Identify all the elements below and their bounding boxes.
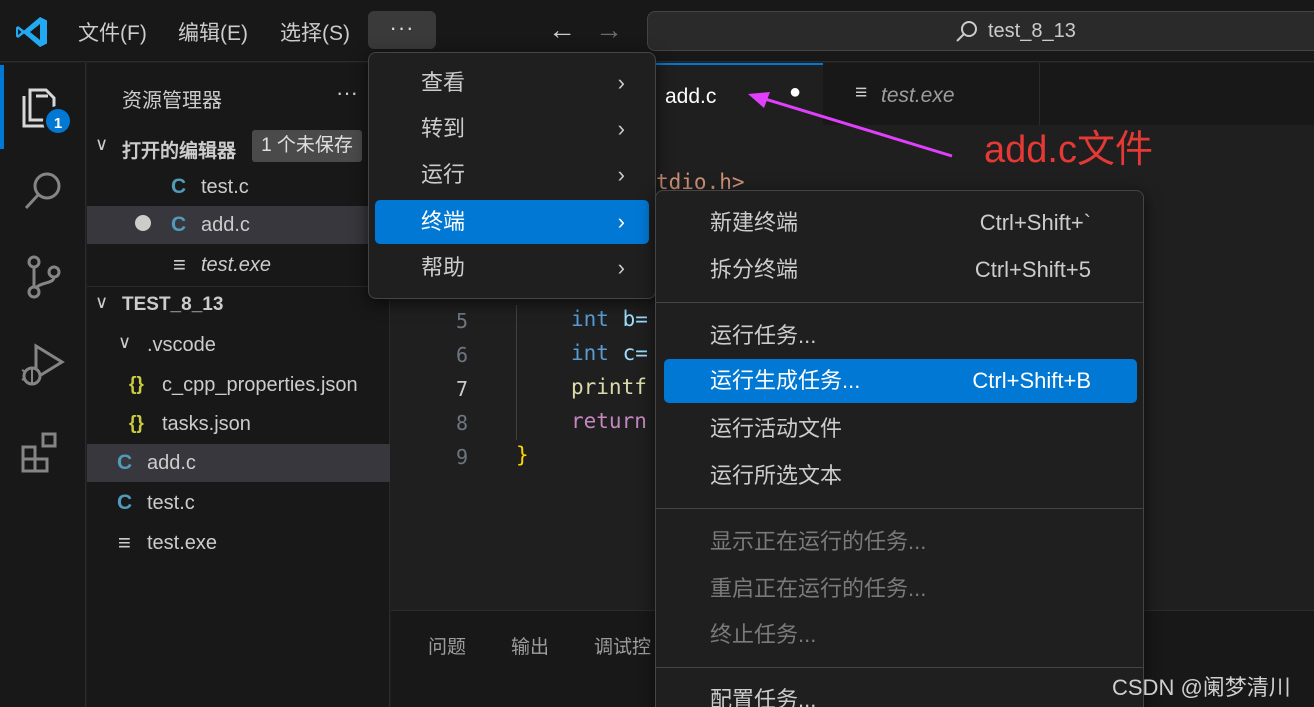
- menu-item-run-active-file[interactable]: 运行活动文件: [664, 407, 1137, 451]
- code-text: c=: [610, 341, 648, 365]
- menu-item-configure-tasks[interactable]: 配置任务...: [664, 678, 1137, 707]
- chevron-right-icon: ›: [617, 209, 625, 234]
- text-file-icon: ≡: [118, 530, 131, 555]
- chevron-down-icon: ∨: [118, 332, 132, 352]
- menu-item-new-terminal[interactable]: 新建终端 Ctrl+Shift+`: [664, 201, 1137, 245]
- panel-tab-output[interactable]: 输出: [511, 632, 549, 659]
- dirty-dot-icon[interactable]: [135, 215, 151, 231]
- panel-tab-problems[interactable]: 问题: [428, 632, 466, 659]
- chevron-right-icon: ›: [617, 162, 625, 187]
- file-name: test.c: [201, 176, 249, 198]
- code-function: printf: [571, 375, 647, 399]
- tree-file-test-exe[interactable]: ≡ test.exe: [87, 524, 390, 562]
- sidebar-title: 资源管理器: [122, 90, 222, 112]
- arrow-left-icon[interactable]: ←: [548, 14, 576, 46]
- menu-item-run-build-task[interactable]: 运行生成任务... Ctrl+Shift+B: [664, 359, 1137, 403]
- tree-file-test-c[interactable]: C test.c: [87, 484, 390, 522]
- file-name: c_cpp_properties.json: [162, 374, 358, 396]
- watermark: CSDN @阑梦清川: [1112, 675, 1291, 700]
- indent-guide: [516, 305, 517, 440]
- command-center-search[interactable]: test_8_13: [647, 11, 1314, 51]
- menu-separator: [656, 508, 1143, 509]
- tab-label: add.c: [665, 85, 717, 108]
- tree-folder-vscode[interactable]: ∨ .vscode: [87, 326, 390, 364]
- chevron-right-icon: ›: [617, 255, 625, 280]
- file-name: test.exe: [201, 254, 272, 276]
- menu-separator: [656, 302, 1143, 303]
- file-name: add.c: [201, 214, 250, 236]
- panel-tab-debug-console[interactable]: 调试控: [594, 632, 651, 659]
- menu-selection[interactable]: 选择(S): [280, 17, 350, 47]
- extensions-icon[interactable]: [18, 428, 68, 478]
- code-brace: }: [516, 443, 529, 467]
- menu-item-run-task[interactable]: 运行任务...: [664, 314, 1137, 358]
- more-menus-button[interactable]: ···: [368, 11, 436, 49]
- source-control-icon[interactable]: [18, 252, 68, 302]
- file-name: tasks.json: [162, 413, 251, 435]
- text-file-icon: ≡: [173, 252, 186, 277]
- line-number: 8: [455, 411, 468, 435]
- menu-item-view[interactable]: 查看 ›: [375, 61, 649, 105]
- tree-file-add-c[interactable]: C add.c: [87, 444, 390, 482]
- c-file-icon: C: [171, 175, 187, 198]
- search-icon[interactable]: [18, 166, 68, 216]
- tree-file-c-cpp-properties[interactable]: {} c_cpp_properties.json: [87, 366, 390, 404]
- open-editor-add-c[interactable]: C add.c: [87, 206, 390, 244]
- c-file-icon: C: [171, 213, 187, 236]
- file-name: add.c: [147, 452, 196, 474]
- search-text: test_8_13: [988, 20, 1076, 42]
- open-editor-test-c[interactable]: C test.c: [87, 168, 390, 206]
- annotation-label: add.c文件: [984, 129, 1153, 171]
- menu-item-split-terminal[interactable]: 拆分终端 Ctrl+Shift+5: [664, 248, 1137, 292]
- sidebar-more-button[interactable]: ···: [336, 80, 358, 106]
- more-menu: 查看 › 转到 › 运行 › 终端 › 帮助 ›: [368, 52, 656, 299]
- active-indicator: [0, 65, 4, 149]
- json-file-icon: {}: [129, 374, 144, 395]
- file-name: test.c: [147, 492, 195, 514]
- terminal-submenu: 新建终端 Ctrl+Shift+` 拆分终端 Ctrl+Shift+5 运行任务..…: [655, 190, 1144, 707]
- line-number: 6: [455, 343, 468, 367]
- tree-file-tasks-json[interactable]: {} tasks.json: [87, 405, 390, 443]
- tab-strip-filler: [1040, 63, 1314, 125]
- menu-item-run[interactable]: 运行 ›: [375, 153, 649, 197]
- line-number: 7: [455, 377, 468, 401]
- code-keyword: int: [571, 307, 609, 331]
- c-file-icon: C: [117, 451, 133, 474]
- line-number: 9: [455, 445, 468, 469]
- json-file-icon: {}: [129, 413, 144, 434]
- menu-item-go[interactable]: 转到 ›: [375, 107, 649, 151]
- chevron-down-icon[interactable]: ∨: [95, 134, 108, 155]
- search-icon: [956, 21, 977, 42]
- menu-item-terminate-task: 终止任务...: [710, 622, 817, 647]
- folder-name: .vscode: [147, 334, 216, 356]
- open-editors-header[interactable]: 打开的编辑器: [122, 136, 236, 163]
- folder-header[interactable]: TEST_8_13: [122, 294, 223, 316]
- line-number: 5: [455, 309, 468, 333]
- divider: [87, 286, 390, 287]
- code-keyword: int: [571, 341, 609, 365]
- menu-item-terminal[interactable]: 终端 ›: [375, 200, 649, 244]
- chevron-right-icon: ›: [617, 116, 625, 141]
- chevron-right-icon: ›: [617, 70, 625, 95]
- annotation-arrow: [748, 92, 953, 158]
- code-text: b=: [610, 307, 648, 331]
- vscode-logo-icon: [16, 17, 47, 47]
- title-bar: 文件(F) 编辑(E) 选择(S) ··· ← → test_8_13: [0, 0, 1314, 62]
- arrow-right-icon[interactable]: →: [595, 14, 623, 46]
- file-name: test.exe: [147, 532, 218, 554]
- menu-file[interactable]: 文件(F): [78, 17, 147, 47]
- menu-item-run-selected-text[interactable]: 运行所选文本: [664, 454, 1137, 498]
- menu-item-help[interactable]: 帮助 ›: [375, 246, 649, 290]
- open-editor-test-exe[interactable]: ≡ test.exe: [87, 246, 390, 284]
- menu-item-restart-running-task: 重启正在运行的任务...: [710, 576, 927, 601]
- c-file-icon: C: [117, 491, 133, 514]
- menu-separator: [656, 667, 1143, 668]
- chevron-down-icon[interactable]: ∨: [95, 292, 108, 313]
- unsaved-badge: 1 个未保存: [252, 130, 362, 162]
- code-keyword: return: [571, 409, 647, 433]
- menu-item-show-running-tasks: 显示正在运行的任务...: [710, 529, 927, 554]
- run-debug-icon[interactable]: [18, 340, 68, 390]
- menu-edit[interactable]: 编辑(E): [178, 17, 248, 47]
- explorer-badge: 1: [43, 106, 73, 136]
